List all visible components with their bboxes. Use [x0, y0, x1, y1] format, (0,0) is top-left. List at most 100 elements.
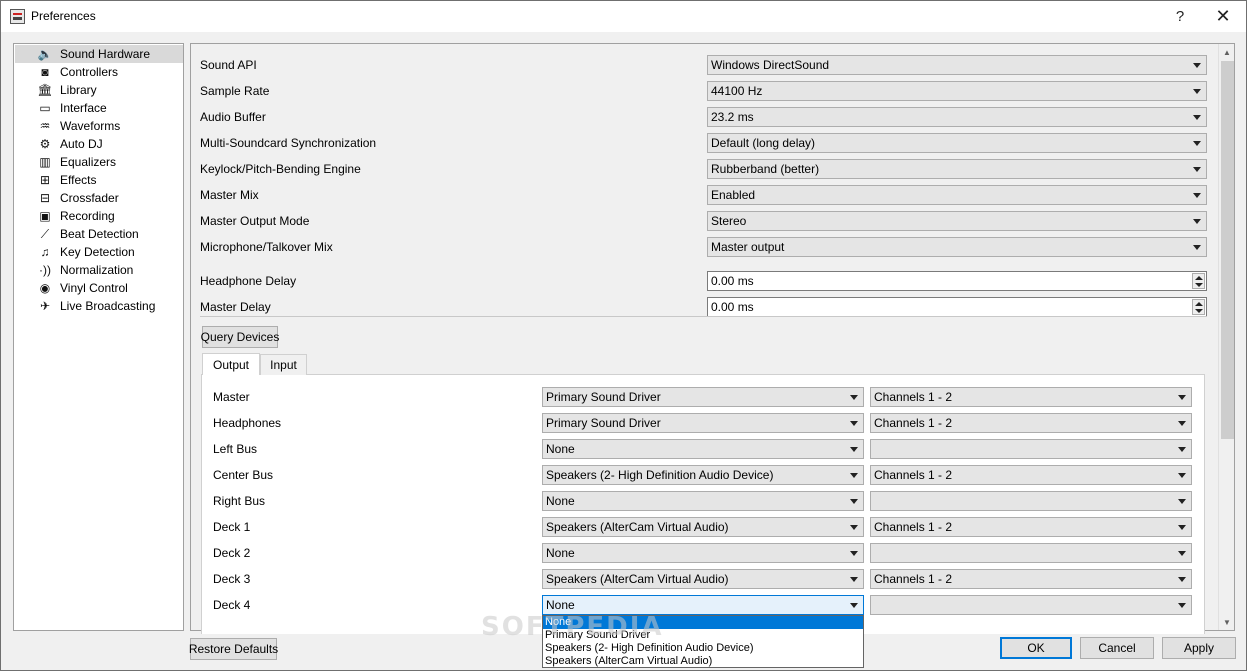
- spin-down-icon[interactable]: [1195, 309, 1203, 313]
- scroll-up-icon[interactable]: ▲: [1219, 44, 1235, 60]
- sample-rate-select[interactable]: 44100 Hz: [707, 81, 1207, 101]
- microphone-talkover-mix-select[interactable]: Master output: [707, 237, 1207, 257]
- master-delay-spinbox[interactable]: 0.00 ms: [707, 297, 1207, 317]
- title-bar: Preferences ? ✕: [1, 1, 1246, 32]
- sound-api-select[interactable]: Windows DirectSound: [707, 55, 1207, 75]
- help-icon: ?: [1175, 8, 1185, 25]
- apply-button[interactable]: Apply: [1162, 637, 1236, 659]
- sidebar-item-label: Auto DJ: [60, 137, 103, 151]
- left-bus-label: Left Bus: [213, 442, 258, 456]
- sidebar-item-sound-hardware[interactable]: 🔈 Sound Hardware: [15, 45, 183, 63]
- select-value: Channels 1 - 2: [874, 390, 953, 404]
- left-bus-device-select[interactable]: None: [542, 439, 864, 459]
- sidebar-item-waveforms[interactable]: ♒ Waveforms: [15, 117, 183, 135]
- select-value: Windows DirectSound: [711, 58, 830, 72]
- chevron-down-icon: [850, 525, 858, 530]
- deck-1-device-select[interactable]: Speakers (AlterCam Virtual Audio): [542, 517, 864, 537]
- select-value: None: [546, 598, 575, 612]
- keylock-pitch-bending-engine-select[interactable]: Rubberband (better): [707, 159, 1207, 179]
- master-device-select[interactable]: Primary Sound Driver: [542, 387, 864, 407]
- headphone-delay-spinbox[interactable]: 0.00 ms: [707, 271, 1207, 291]
- select-value: Stereo: [711, 214, 747, 228]
- preferences-sidebar: 🔈 Sound Hardware ◙ Controllers 🏛 Library ▭ Inte…: [13, 43, 184, 631]
- audio-buffer-label: Audio Buffer: [200, 110, 266, 124]
- app-icon: [10, 9, 25, 24]
- ok-button[interactable]: OK: [1000, 637, 1072, 659]
- dropdown-option[interactable]: None: [543, 616, 863, 629]
- headphones-channels-select[interactable]: Channels 1 - 2: [870, 413, 1192, 433]
- key-detection-icon: ♫: [40, 245, 50, 259]
- deck-1-channels-select[interactable]: Channels 1 - 2: [870, 517, 1192, 537]
- chevron-down-icon: [1193, 141, 1201, 146]
- deck-4-channels-select[interactable]: [870, 595, 1192, 615]
- deck-2-device-select[interactable]: None: [542, 543, 864, 563]
- vertical-scrollbar[interactable]: ▲ ▼: [1218, 44, 1234, 630]
- center-bus-channels-select[interactable]: Channels 1 - 2: [870, 465, 1192, 485]
- deck-3-device-select[interactable]: Speakers (AlterCam Virtual Audio): [542, 569, 864, 589]
- master-output-mode-select[interactable]: Stereo: [707, 211, 1207, 231]
- dropdown-option[interactable]: Primary Sound Driver: [543, 629, 863, 642]
- left-bus-channels-select[interactable]: [870, 439, 1192, 459]
- spin-up-icon[interactable]: [1195, 276, 1203, 280]
- vinyl-icon: ◉: [39, 281, 51, 295]
- chevron-down-icon: [850, 551, 858, 556]
- deck-3-channels-select[interactable]: Channels 1 - 2: [870, 569, 1192, 589]
- deck4-device-dropdown-list[interactable]: None Primary Sound Driver Speakers (2- Hig…: [542, 615, 864, 668]
- waveform-icon: ♒: [39, 119, 51, 133]
- select-value: Default (long delay): [711, 136, 816, 150]
- query-devices-button[interactable]: Query Devices: [201, 326, 279, 348]
- dropdown-option[interactable]: Speakers (2- High Definition Audio Devic…: [543, 642, 863, 655]
- crossfader-icon: ⊟: [39, 191, 51, 205]
- scroll-down-icon[interactable]: ▼: [1219, 614, 1235, 630]
- headphones-label: Headphones: [213, 416, 282, 430]
- help-button[interactable]: ?: [1157, 1, 1203, 32]
- right-bus-channels-select[interactable]: [870, 491, 1192, 511]
- sidebar-item-library[interactable]: 🏛 Library: [15, 81, 183, 99]
- headphones-device-select[interactable]: Primary Sound Driver: [542, 413, 864, 433]
- dropdown-option[interactable]: Speakers (AlterCam Virtual Audio): [543, 655, 863, 668]
- center-bus-device-select[interactable]: Speakers (2- High Definition Audio Devic…: [542, 465, 864, 485]
- sidebar-item-live-broadcasting[interactable]: ✈ Live Broadcasting: [15, 297, 183, 315]
- audio-buffer-select[interactable]: 23.2 ms: [707, 107, 1207, 127]
- tab-input[interactable]: Input: [260, 354, 307, 375]
- sidebar-item-crossfader[interactable]: ⊟ Crossfader: [15, 189, 183, 207]
- select-value: Speakers (AlterCam Virtual Audio): [546, 520, 729, 534]
- sidebar-item-vinyl-control[interactable]: ◉ Vinyl Control: [15, 279, 183, 297]
- deck-3-label: Deck 3: [213, 572, 251, 586]
- sidebar-item-effects[interactable]: ⊞ Effects: [15, 171, 183, 189]
- sidebar-item-equalizers[interactable]: ▥ Equalizers: [15, 153, 183, 171]
- spin-up-icon[interactable]: [1195, 302, 1203, 306]
- broadcast-icon: ✈: [39, 299, 51, 313]
- sidebar-item-normalization[interactable]: ·)) Normalization: [15, 261, 183, 279]
- sidebar-item-recording[interactable]: ▣ Recording: [15, 207, 183, 225]
- select-value: Channels 1 - 2: [874, 468, 953, 482]
- chevron-down-icon: [1193, 245, 1201, 250]
- scroll-thumb[interactable]: [1221, 61, 1234, 439]
- spin-buttons[interactable]: [1192, 299, 1205, 315]
- sidebar-item-key-detection[interactable]: ♫ Key Detection: [15, 243, 183, 261]
- right-bus-device-select[interactable]: None: [542, 491, 864, 511]
- chevron-down-icon: [850, 577, 858, 582]
- master-output-mode-label: Master Output Mode: [200, 214, 310, 228]
- multi-soundcard-synchronization-label: Multi-Soundcard Synchronization: [200, 136, 377, 150]
- sidebar-item-beat-detection[interactable]: ⟋ Beat Detection: [15, 225, 183, 243]
- sidebar-item-auto-dj[interactable]: ⚙ Auto DJ: [15, 135, 183, 153]
- sidebar-item-controllers[interactable]: ◙ Controllers: [15, 63, 183, 81]
- spin-buttons[interactable]: [1192, 273, 1205, 289]
- multi-soundcard-synchronization-select[interactable]: Default (long delay): [707, 133, 1207, 153]
- deck-4-device-select[interactable]: None: [542, 595, 864, 615]
- spin-down-icon[interactable]: [1195, 283, 1203, 287]
- chevron-down-icon: [1193, 115, 1201, 120]
- sidebar-item-interface[interactable]: ▭ Interface: [15, 99, 183, 117]
- tab-output[interactable]: Output: [202, 353, 260, 375]
- chevron-down-icon: [850, 447, 858, 452]
- sidebar-item-label: Key Detection: [60, 245, 135, 259]
- cancel-button[interactable]: Cancel: [1080, 637, 1154, 659]
- master-mix-select[interactable]: Enabled: [707, 185, 1207, 205]
- master-channels-select[interactable]: Channels 1 - 2: [870, 387, 1192, 407]
- sidebar-item-label: Equalizers: [60, 155, 117, 169]
- restore-defaults-button[interactable]: Restore Defaults: [189, 638, 278, 660]
- speaker-icon: 🔈: [37, 47, 53, 61]
- deck-2-channels-select[interactable]: [870, 543, 1192, 563]
- close-button[interactable]: ✕: [1200, 1, 1246, 32]
